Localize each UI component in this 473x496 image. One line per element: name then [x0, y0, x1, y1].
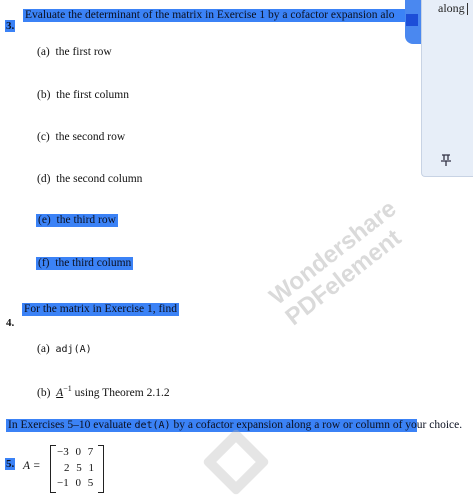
text-cursor	[467, 3, 468, 15]
instructions-line[interactable]: In Exercises 5–10 evaluate det(A) by a c…	[6, 419, 462, 432]
part-text: using Theorem 2.1.2	[74, 386, 170, 399]
part-text: the second row	[55, 131, 126, 143]
part-label: (b)	[37, 386, 51, 399]
instructions-det: det(A)	[134, 420, 171, 431]
side-panel[interactable]: along	[421, 0, 473, 177]
side-panel-word: along	[438, 1, 465, 15]
q5-number: 5.	[5, 458, 16, 470]
q3-part-d: (d) the second column	[37, 173, 142, 186]
matrix-row-2: 2 5 1	[64, 462, 94, 474]
inverse-exponent: −1	[63, 384, 72, 393]
part-label: (b)	[37, 89, 51, 101]
part-label: (d)	[37, 173, 51, 185]
part-label: (c)	[37, 131, 50, 143]
q3-part-e[interactable]: (e) the third row	[36, 214, 118, 227]
q3-number: 3.	[5, 20, 16, 32]
instructions-post: by a cofactor expansion along a row or c…	[173, 419, 463, 431]
q3-part-a: (a) the first row	[37, 46, 112, 59]
q3-part-f[interactable]: (f) the third column	[36, 257, 134, 270]
instructions-pre: In Exercises 5–10 evaluate	[8, 419, 132, 431]
matrix-row-3: −1 0 5	[57, 477, 94, 489]
q3-part-b: (b) the first column	[37, 89, 129, 102]
matrix-right-bracket	[98, 445, 104, 493]
watermark: Wondershare PDFelement	[264, 173, 473, 400]
part-text: the third row	[56, 214, 116, 226]
part-label: (a)	[37, 46, 50, 58]
part-label: (a)	[37, 343, 50, 355]
q5-lhs: A =	[23, 460, 41, 472]
q3-part-c: (c) the second row	[37, 131, 125, 144]
q3-prompt[interactable]: Evaluate the determinant of the matrix i…	[23, 9, 408, 22]
q4-prompt[interactable]: For the matrix in Exercise 1, find	[22, 303, 179, 316]
part-text: the first row	[55, 46, 112, 58]
q4-part-a: (a) adj(A)	[37, 343, 92, 356]
part-text: the first column	[56, 89, 129, 101]
part-text: the third column	[55, 257, 132, 269]
watermark-logo-icon	[202, 428, 270, 496]
part-text: the second column	[56, 173, 143, 185]
part-label: (f)	[38, 257, 50, 269]
q4-part-b: (b) A−1 using Theorem 2.1.2	[37, 382, 170, 400]
matrix-row-1: −3 0 7	[57, 446, 94, 458]
selection-end-marker	[406, 14, 418, 26]
q4-number: 4.	[6, 317, 15, 329]
part-text: adj(A)	[55, 344, 92, 355]
pin-icon[interactable]	[439, 153, 453, 167]
matrix-left-bracket	[50, 445, 56, 493]
part-label: (e)	[38, 214, 51, 226]
